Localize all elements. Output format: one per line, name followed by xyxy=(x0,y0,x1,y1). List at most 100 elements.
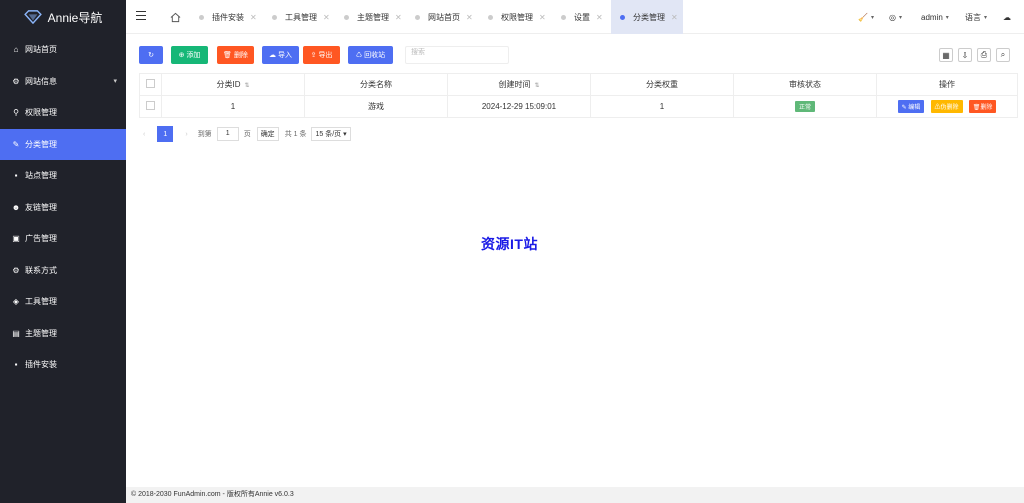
col-created[interactable]: 创建时间 ⇅ xyxy=(447,73,591,96)
menu-toggle-icon[interactable] xyxy=(136,11,146,21)
recycle-bin-button[interactable]: ♺ 回收站 xyxy=(348,46,393,64)
tab-tools[interactable]: 工具管理 ✕ xyxy=(272,0,330,34)
settings-icon: ⚙ xyxy=(12,76,20,86)
tab-dot xyxy=(199,14,204,20)
sidebar-item-plugin[interactable]: ▪ 插件安装 xyxy=(0,349,126,381)
page-number-current[interactable]: 1 xyxy=(157,126,174,142)
tab-category[interactable]: 分类管理 ✕ xyxy=(611,0,683,34)
import-button[interactable]: ☁ 导入 xyxy=(262,46,299,64)
theme-icon: ▤ xyxy=(12,328,20,338)
globe-icon: ◎ xyxy=(889,12,896,22)
goto-confirm-button[interactable]: 确定 xyxy=(256,127,279,141)
row-select-cell[interactable] xyxy=(139,95,162,118)
trash-icon: 🗑 xyxy=(223,52,232,59)
sidebar-item-theme[interactable]: ▤ 主题管理 xyxy=(0,318,126,350)
tab-dot xyxy=(415,14,420,20)
soft-delete-label: 伪删除 xyxy=(940,105,959,111)
col-label: 分类ID xyxy=(216,80,241,89)
soft-delete-button[interactable]: ⚠伪删除 xyxy=(930,100,963,113)
sidebar-item-home[interactable]: ⌂ 网站首页 xyxy=(0,34,126,66)
col-id[interactable]: 分类ID ⇅ xyxy=(161,73,305,96)
globe-menu[interactable]: ◎ ▾ xyxy=(889,0,902,34)
sidebar-item-ads[interactable]: ▣ 广告管理 xyxy=(0,223,126,255)
tab-label: 主题管理 xyxy=(357,12,389,22)
prev-page-icon[interactable]: ‹ xyxy=(143,131,145,138)
top-header: 插件安装 ✕ 工具管理 ✕ 主题管理 ✕ 网站首页 ✕ 权限管理 ✕ 设置 ✕ xyxy=(126,0,1024,34)
close-icon[interactable]: ✕ xyxy=(395,13,402,22)
export-icon: ⇪ xyxy=(310,52,317,59)
language-menu[interactable]: 语言 ▾ xyxy=(965,0,987,34)
close-icon[interactable]: ✕ xyxy=(596,13,603,22)
logo[interactable]: Annie导航 xyxy=(0,0,126,34)
export-table-icon[interactable]: ⇩ xyxy=(958,48,972,62)
tab-dot xyxy=(488,14,493,20)
col-label: 操作 xyxy=(939,80,955,89)
col-label: 分类名称 xyxy=(360,80,392,89)
sort-icon[interactable]: ⇅ xyxy=(244,83,249,89)
export-button[interactable]: ⇪ 导出 xyxy=(303,46,340,64)
sidebar-item-label: 分类管理 xyxy=(25,139,57,149)
contact-icon: ⚙ xyxy=(12,265,20,275)
search-input[interactable]: 搜索 xyxy=(405,46,509,64)
tab-theme[interactable]: 主题管理 ✕ xyxy=(344,0,402,34)
tab-permission[interactable]: 权限管理 ✕ xyxy=(488,0,546,34)
category-table: 分类ID ⇅ 分类名称 创建时间 ⇅ 分类权重 审核状态 操作 1 游戏 2024-… xyxy=(139,73,1018,118)
site-icon: ▪ xyxy=(14,171,18,181)
tab-settings[interactable]: 设置 ✕ xyxy=(561,0,603,34)
col-label: 创建时间 xyxy=(498,80,531,89)
tab-plugin-install[interactable]: 插件安装 ✕ xyxy=(199,0,257,34)
next-page-icon[interactable]: › xyxy=(185,131,187,138)
close-icon[interactable]: ✕ xyxy=(250,13,257,22)
sort-icon[interactable]: ⇅ xyxy=(534,83,539,89)
chevron-down-icon: ▾ xyxy=(113,77,117,85)
add-button[interactable]: ⊕ 添加 xyxy=(171,46,208,64)
sidebar-item-site-info[interactable]: ⚙ 网站信息 ▾ xyxy=(0,66,126,98)
edit-label: 编辑 xyxy=(908,105,921,111)
refresh-button[interactable]: ↻ xyxy=(139,46,163,64)
print-icon[interactable]: ⎙ xyxy=(977,48,991,62)
select-all-cell[interactable] xyxy=(139,73,162,96)
sidebar: Annie导航 ⌂ 网站首页 ⚙ 网站信息 ▾ ⚲ 权限管理 ✎ 分类管理 ▪ … xyxy=(0,0,126,503)
theme-toggle[interactable]: ☁ xyxy=(1003,0,1011,34)
col-status: 审核状态 xyxy=(733,73,877,96)
add-label: 添加 xyxy=(186,52,201,59)
tab-site-home[interactable]: 网站首页 ✕ xyxy=(415,0,473,34)
tab-label: 设置 xyxy=(574,12,590,22)
sidebar-item-links[interactable]: ☻ 友链管理 xyxy=(0,192,126,224)
home-icon xyxy=(170,12,180,22)
sidebar-item-label: 权限管理 xyxy=(25,108,57,118)
broom-menu[interactable]: 🧹 ▾ xyxy=(858,0,874,34)
search-icon[interactable]: ⌕ xyxy=(996,48,1010,62)
close-icon[interactable]: ✕ xyxy=(323,13,330,22)
select-all-checkbox[interactable] xyxy=(146,79,155,88)
tab-dot xyxy=(561,14,566,20)
status-badge[interactable]: 正常 xyxy=(794,101,815,112)
image-icon: ▣ xyxy=(12,234,20,244)
close-icon[interactable]: ✕ xyxy=(671,13,678,22)
col-label: 分类权重 xyxy=(646,80,678,89)
delete-button[interactable]: 🗑 删除 xyxy=(217,46,254,64)
sidebar-item-category[interactable]: ✎ 分类管理 xyxy=(0,128,126,160)
goto-page-input[interactable]: 1 xyxy=(216,127,239,141)
table-tools: ▦ ⇩ ⎙ ⌕ xyxy=(939,48,1010,62)
home-tab[interactable] xyxy=(162,0,188,34)
recycle-label: 回收站 xyxy=(364,52,386,59)
sidebar-item-tools[interactable]: ◈ 工具管理 xyxy=(0,286,126,318)
sidebar-item-site[interactable]: ▪ 站点管理 xyxy=(0,160,126,192)
table-row: 1 游戏 2024-12-29 15:09:01 1 正常 ✎ 编辑 ⚠伪删除 … xyxy=(139,95,1018,118)
edit-button[interactable]: ✎ 编辑 xyxy=(897,100,925,113)
close-icon[interactable]: ✕ xyxy=(466,13,473,22)
sidebar-item-contact[interactable]: ⚙ 联系方式 xyxy=(0,255,126,287)
cell-created: 2024-12-29 15:09:01 xyxy=(447,95,591,118)
row-delete-button[interactable]: 🗑删除 xyxy=(968,100,997,113)
page-size-select[interactable]: 15 条/页 ▾ xyxy=(311,127,351,141)
row-checkbox[interactable] xyxy=(146,101,155,110)
user-menu[interactable]: admin ▾ xyxy=(921,0,949,34)
columns-icon[interactable]: ▦ xyxy=(939,48,953,62)
cell-status: 正常 xyxy=(733,95,877,118)
palette-icon: ☁ xyxy=(1003,12,1011,22)
col-actions: 操作 xyxy=(876,73,1018,96)
close-icon[interactable]: ✕ xyxy=(539,13,546,22)
sidebar-item-label: 工具管理 xyxy=(25,297,57,307)
sidebar-item-permission[interactable]: ⚲ 权限管理 xyxy=(0,97,126,129)
